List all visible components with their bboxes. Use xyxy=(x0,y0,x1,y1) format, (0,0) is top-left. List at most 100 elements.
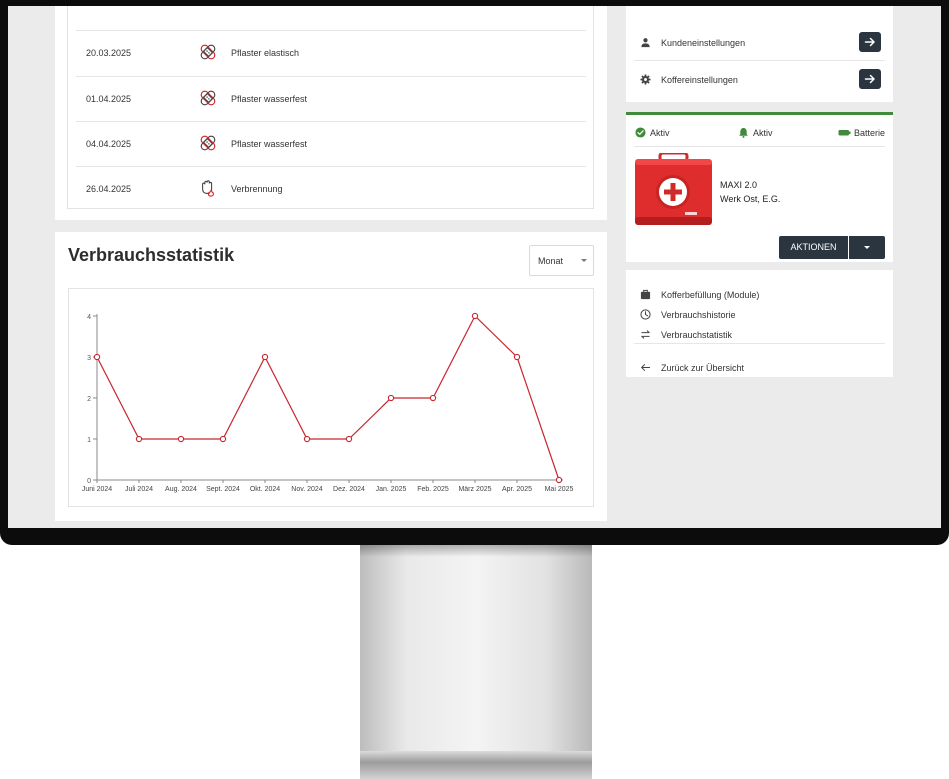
y-tick-label: 3 xyxy=(87,355,91,362)
history-list: 20.03.2025 Pflaster elastisch 01.04.2025… xyxy=(67,6,594,209)
period-select[interactable]: Monat xyxy=(529,245,594,276)
swap-arrows-icon xyxy=(641,330,650,339)
y-tick-label: 1 xyxy=(87,437,91,444)
history-label: Pflaster elastisch xyxy=(231,48,300,58)
settings-row-case[interactable]: Koffereinstellungen xyxy=(634,61,885,98)
line-chart: 0 1 2 3 4 Juni 2024 Juli 2024 Aug. 2024 Sept. 20… xyxy=(82,312,574,493)
statistics-card: Verbrauchsstatistik Monat 0 1 2 3 4 Juni 2024… xyxy=(55,232,607,521)
screen: 20.03.2025 Pflaster elastisch 01.04.2025… xyxy=(8,6,941,528)
chart-container: 0 1 2 3 4 Juni 2024 Juli 2024 Aug. 2024 Sept. 20… xyxy=(68,288,594,507)
chevron-down-icon xyxy=(864,246,870,249)
statistics-title: Verbrauchsstatistik xyxy=(68,245,235,265)
actions-dropdown-toggle[interactable] xyxy=(849,236,885,259)
user-icon xyxy=(641,38,650,48)
history-date: 01.04.2025 xyxy=(86,94,132,104)
history-date: 20.03.2025 xyxy=(86,48,132,58)
y-tick-label: 4 xyxy=(87,314,91,321)
series-line xyxy=(96,315,560,481)
x-tick-label: Apr. 2025 xyxy=(502,486,532,493)
nav-item-case-filling[interactable]: Kofferbefüllung (Module) xyxy=(634,286,885,304)
data-point xyxy=(93,353,101,361)
monitor-frame: 20.03.2025 Pflaster elastisch 01.04.2025… xyxy=(0,0,949,545)
x-tick-label: Feb. 2025 xyxy=(417,486,449,493)
data-point xyxy=(219,435,227,443)
chevron-down-icon xyxy=(581,259,587,262)
data-point xyxy=(471,312,479,320)
x-tick-label: Juli 2024 xyxy=(125,486,153,493)
x-tick-label: Mai 2025 xyxy=(545,486,574,493)
bandage-icon xyxy=(200,90,216,106)
history-label: Pflaster wasserfest xyxy=(231,139,308,149)
nav-item-label: Verbrauchshistorie xyxy=(661,310,736,320)
gear-icon xyxy=(640,74,651,85)
x-tick-label: Juni 2024 xyxy=(82,486,112,493)
x-tick-label: Dez. 2024 xyxy=(333,486,365,493)
status-alarm: Aktiv xyxy=(738,127,773,138)
y-tick-label: 2 xyxy=(87,396,91,403)
status-battery-label: Batterie xyxy=(854,128,886,138)
bell-icon xyxy=(739,127,748,138)
monitor-stand xyxy=(360,545,592,779)
history-row: 01.04.2025 Pflaster wasserfest xyxy=(76,76,586,122)
status-alarm-label: Aktiv xyxy=(753,128,773,138)
history-row: 04.04.2025 Pflaster wasserfest xyxy=(76,121,586,167)
divider xyxy=(634,343,885,344)
history-card: 20.03.2025 Pflaster elastisch 01.04.2025… xyxy=(55,6,607,220)
history-date: 04.04.2025 xyxy=(86,139,132,149)
data-point xyxy=(261,353,269,361)
battery-icon xyxy=(838,130,851,136)
settings-card: Kundeneinstellungen Koffereinstellungen xyxy=(626,6,893,102)
back-to-overview-label: Zurück zur Übersicht xyxy=(661,363,745,373)
nav-item-usage-history[interactable]: Verbrauchshistorie xyxy=(634,306,885,324)
settings-row-customer[interactable]: Kundeneinstellungen xyxy=(634,24,885,61)
period-select-value: Monat xyxy=(538,256,564,266)
arrow-right-icon xyxy=(864,74,875,84)
first-aid-case-image xyxy=(635,153,712,225)
nav-item-usage-statistics[interactable]: Verbrauchstatistik xyxy=(634,326,885,344)
status-battery: Batterie xyxy=(838,127,885,138)
clock-icon xyxy=(640,309,651,320)
history-label: Verbrennung xyxy=(231,184,283,194)
check-circle-icon xyxy=(635,127,646,138)
data-point xyxy=(387,394,395,402)
history-date: 26.04.2025 xyxy=(86,184,132,194)
history-row: 20.03.2025 Pflaster elastisch xyxy=(76,30,586,76)
x-tick-label: Jan. 2025 xyxy=(376,486,407,493)
arrow-left-icon xyxy=(641,364,651,371)
status-active: Aktiv xyxy=(635,127,670,138)
open-customer-settings-button[interactable] xyxy=(859,32,881,52)
bandage-icon xyxy=(200,135,216,151)
settings-label: Kundeneinstellungen xyxy=(661,38,746,48)
open-case-settings-button[interactable] xyxy=(859,69,881,89)
data-point xyxy=(555,476,563,484)
monitor-stand-base xyxy=(360,751,592,779)
bandage-icon xyxy=(200,44,216,60)
arrow-right-icon xyxy=(864,37,875,47)
device-name: MAXI 2.0 xyxy=(720,180,758,190)
device-location: Werk Ost, E.G. xyxy=(720,194,781,204)
data-point xyxy=(513,353,521,361)
data-point xyxy=(135,435,143,443)
data-point xyxy=(345,435,353,443)
back-to-overview-link[interactable]: Zurück zur Übersicht xyxy=(634,359,885,377)
x-tick-label: März 2025 xyxy=(458,486,491,493)
x-tick-label: Sept. 2024 xyxy=(206,486,240,493)
actions-button[interactable]: AKTIONEN xyxy=(779,236,848,259)
history-label: Pflaster wasserfest xyxy=(231,94,308,104)
briefcase-icon xyxy=(640,289,651,300)
data-point xyxy=(177,435,185,443)
status-active-label: Aktiv xyxy=(650,128,670,138)
case-navigation-card: Kofferbefüllung (Module) Verbrauchshisto… xyxy=(626,270,893,377)
burn-hand-icon xyxy=(202,180,214,197)
divider xyxy=(634,146,885,147)
x-tick-label: Aug. 2024 xyxy=(165,486,197,493)
x-tick-label: Nov. 2024 xyxy=(291,486,322,493)
data-point xyxy=(429,394,437,402)
nav-item-label: Kofferbefüllung (Module) xyxy=(661,290,760,300)
x-tick-label: Okt. 2024 xyxy=(250,486,280,493)
data-point xyxy=(303,435,311,443)
y-tick-label: 0 xyxy=(87,478,91,485)
history-row: 26.04.2025 Verbrennung xyxy=(76,166,586,212)
settings-label: Koffereinstellungen xyxy=(661,75,738,85)
nav-item-label: Verbrauchstatistik xyxy=(661,330,733,340)
